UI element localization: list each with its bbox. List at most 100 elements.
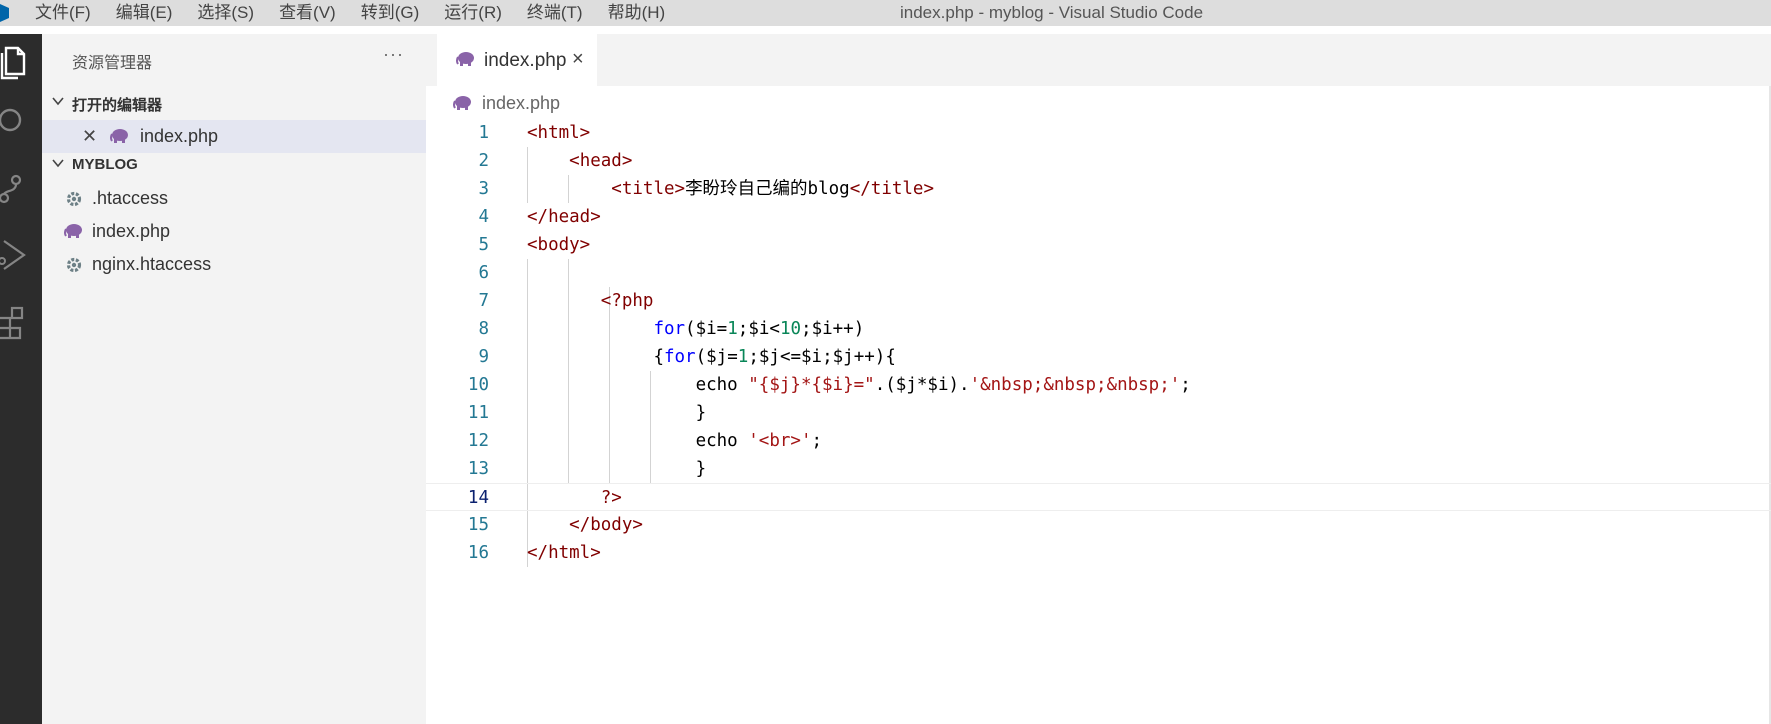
close-icon[interactable]: ✕ <box>82 126 97 147</box>
menu-item[interactable]: 帮助(H) <box>608 0 666 26</box>
code-line[interactable]: 12 echo '<br>'; <box>426 427 1771 455</box>
code-line[interactable]: 14 ?> <box>426 483 1771 511</box>
code-text: } <box>527 399 707 427</box>
more-actions-button[interactable]: ··· <box>383 44 404 65</box>
code-token: * <box>916 375 928 395</box>
code-token: ; <box>1180 375 1191 395</box>
code-token: 10 <box>779 319 802 339</box>
code-token: ; <box>737 319 749 339</box>
line-number: 12 <box>467 431 489 451</box>
code-line[interactable]: 7 <?php <box>426 287 1771 315</box>
code-token: $i <box>748 319 770 339</box>
code-token: echo <box>695 375 749 395</box>
file-item-htaccess[interactable]: .htaccess <box>42 182 426 215</box>
file-label: index.php <box>92 221 171 241</box>
line-number: 9 <box>478 347 489 367</box>
chevron-down-icon <box>52 159 64 168</box>
code-line[interactable]: 13 } <box>426 455 1771 483</box>
code-token: ?> <box>600 488 622 508</box>
code-token: .( <box>874 375 896 395</box>
file-item-nginx-htaccess[interactable]: nginx.htaccess <box>42 248 426 281</box>
code-line[interactable]: 4 </head> <box>426 203 1771 231</box>
code-token: echo <box>695 431 749 451</box>
line-number: 13 <box>467 459 489 479</box>
menu-item[interactable]: 编辑(E) <box>116 0 173 26</box>
myblog-folder-label: MYBLOG <box>72 156 138 173</box>
line-number: 4 <box>478 207 489 227</box>
code-token: $j <box>895 375 917 395</box>
file-label: nginx.htaccess <box>92 254 212 274</box>
code-line[interactable]: 2 <head> <box>426 147 1771 175</box>
code-token: 1 <box>737 347 749 367</box>
code-line[interactable]: 6 <box>426 259 1771 287</box>
code-token: < <box>769 319 780 339</box>
code-line[interactable]: 1 <html> <box>426 119 1771 147</box>
code-token: '<br>' <box>748 431 812 451</box>
code-token: ++) <box>832 319 865 339</box>
tab-index-php[interactable]: index.php × <box>437 34 597 86</box>
php-elephant-icon <box>110 128 130 149</box>
line-number: 10 <box>467 375 489 395</box>
code-token: <body> <box>527 235 591 255</box>
menu-item[interactable]: 选择(S) <box>197 0 254 26</box>
tab-close-button[interactable]: × <box>572 48 584 71</box>
code-token: ; <box>801 319 812 339</box>
code-token: </head> <box>527 207 601 227</box>
myblog-folder-section[interactable]: MYBLOG <box>42 150 426 178</box>
code-text: <body> <box>527 231 590 259</box>
code-token: <head> <box>569 151 633 171</box>
code-token: $i <box>811 319 833 339</box>
explorer-sidebar: 资源管理器 ··· 打开的编辑器 ✕ index.php MYBLOG .hta… <box>42 34 426 724</box>
open-editors-section[interactable]: 打开的编辑器 <box>42 88 426 116</box>
code-token: $i <box>695 319 717 339</box>
code-token: } <box>695 459 707 479</box>
menu-item[interactable]: 终端(T) <box>527 0 583 26</box>
source-control-icon[interactable] <box>0 164 42 214</box>
menu-item[interactable]: 转到(G) <box>361 0 420 26</box>
explorer-icon[interactable] <box>0 36 42 86</box>
menu-item[interactable]: 查看(V) <box>279 0 336 26</box>
code-line[interactable]: 5 <body> <box>426 231 1771 259</box>
open-editor-item[interactable]: ✕ index.php <box>42 120 426 153</box>
code-token: <?php <box>600 291 654 311</box>
extensions-icon[interactable] <box>0 296 42 346</box>
line-number: 8 <box>478 319 489 339</box>
code-text: </html> <box>527 539 601 567</box>
gear-icon <box>65 190 83 213</box>
code-line[interactable]: 15 </body> <box>426 511 1771 539</box>
tab-label: index.php <box>484 50 567 71</box>
code-line[interactable]: 3 <title>李盼玲自己编的blog</title> <box>426 175 1771 203</box>
menu-bar: 文件(F) 编辑(E) 选择(S) 查看(V) 转到(G) 运行(R) 终端(T) 帮助(H) <box>35 0 690 26</box>
code-text: echo "{$j}*{$i}=".($j*$i).'&nbsp;&nbsp;&… <box>527 371 1191 399</box>
menu-item[interactable]: 文件(F) <box>35 0 91 26</box>
run-debug-icon[interactable] <box>0 229 42 279</box>
code-line[interactable]: 16 </html> <box>426 539 1771 567</box>
menu-item[interactable]: 运行(R) <box>444 0 502 26</box>
code-text: </head> <box>527 203 601 231</box>
code-line[interactable]: 9 {for($j=1;$j<=$i;$j++){ <box>426 343 1771 371</box>
open-editor-label: index.php <box>140 126 219 146</box>
file-item-index-php[interactable]: index.php <box>42 215 426 248</box>
code-token: ; <box>748 347 759 367</box>
explorer-title: 资源管理器 <box>72 55 153 72</box>
code-token: $i <box>927 375 949 395</box>
code-line[interactable]: 8 for($i=1;$i<10;$i++) <box>426 315 1771 343</box>
code-token: </title> <box>849 179 935 199</box>
activity-bar <box>0 34 42 724</box>
file-label: .htaccess <box>92 188 169 208</box>
code-line[interactable]: 10 echo "{$j}*{$i}=".($j*$i).'&nbsp;&nbs… <box>426 371 1771 399</box>
search-icon[interactable] <box>0 98 42 148</box>
code-text: {for($j=1;$j<=$i;$j++){ <box>527 343 895 371</box>
code-token: <html> <box>527 123 591 143</box>
code-token: <= <box>779 347 802 367</box>
code-line[interactable]: 11 } <box>426 399 1771 427</box>
code-token: '&nbsp;&nbsp;&nbsp;' <box>969 375 1181 395</box>
